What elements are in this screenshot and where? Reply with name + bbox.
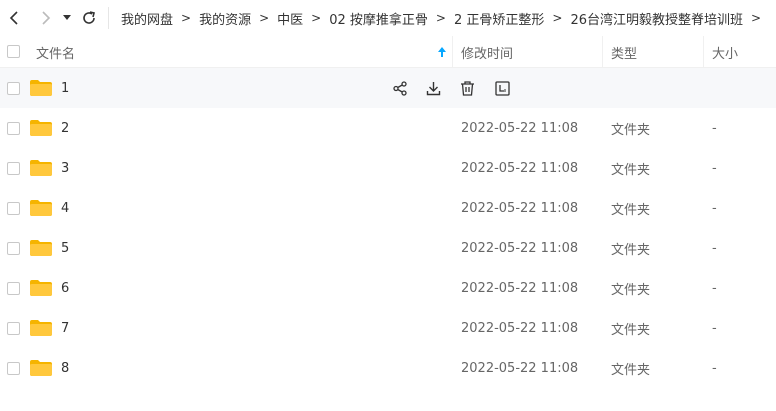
- navigation-bar: 我的网盘 > 我的资源 > 中医 >02 按摩推拿正骨 >2 正骨矫正整形 >26台湾江明毅教…: [0, 0, 776, 36]
- folder-icon: [30, 240, 52, 256]
- delete-icon: [460, 80, 475, 96]
- file-name[interactable]: 4: [61, 188, 69, 228]
- file-mtime: 2022-05-22 11:08: [461, 360, 579, 376]
- breadcrumb-item[interactable]: 02 按摩推拿正骨: [329, 9, 428, 28]
- file-size: -: [712, 120, 717, 136]
- breadcrumb-item[interactable]: 中医: [277, 9, 303, 28]
- breadcrumb-separator: >: [552, 11, 563, 25]
- table-row[interactable]: 7 2022-05-22 11:08 文件夹 -: [0, 308, 776, 348]
- header-mtime-label: 修改时间: [461, 46, 514, 62]
- back-button[interactable]: [5, 8, 25, 28]
- table-row[interactable]: 6 2022-05-22 11:08 文件夹 -: [0, 268, 776, 308]
- file-name[interactable]: 6: [61, 268, 69, 308]
- folder-icon: [30, 200, 52, 216]
- file-size: -: [712, 160, 717, 176]
- file-name[interactable]: 2: [61, 108, 69, 148]
- select-all-checkbox[interactable]: [7, 45, 20, 58]
- breadcrumb-item[interactable]: 我的资源: [199, 9, 251, 28]
- table-row[interactable]: 4 2022-05-22 11:08 文件夹 -: [0, 188, 776, 228]
- row-checkbox[interactable]: [7, 362, 20, 375]
- folder-icon: [30, 80, 52, 96]
- table-header: 文件名 修改时间 类型 大小: [0, 36, 776, 68]
- file-mtime: 2022-05-22 11:08: [461, 320, 579, 336]
- header-name-label: 文件名: [36, 46, 76, 62]
- download-button[interactable]: [423, 78, 443, 98]
- file-type: 文件夹: [611, 202, 651, 218]
- row-checkbox[interactable]: [7, 282, 20, 295]
- header-divider: [602, 36, 603, 68]
- file-type: 文件夹: [611, 282, 651, 298]
- breadcrumb-separator: >: [181, 11, 192, 25]
- file-name[interactable]: 3: [61, 148, 69, 188]
- share-button[interactable]: [390, 78, 410, 98]
- table-row[interactable]: 2 2022-05-22 11:08 文件夹 -: [0, 108, 776, 148]
- header-divider: [703, 36, 704, 68]
- rename-icon: [494, 80, 510, 96]
- chevron-left-icon: [9, 11, 18, 25]
- header-name[interactable]: 文件名: [36, 36, 452, 68]
- breadcrumb-item[interactable]: 我的网盘: [121, 9, 173, 28]
- folder-icon: [30, 280, 52, 296]
- breadcrumb-item[interactable]: 26台湾江明毅教授整脊培训班: [570, 9, 743, 28]
- row-checkbox[interactable]: [7, 122, 20, 135]
- file-type: 文件夹: [611, 242, 651, 258]
- file-type: 文件夹: [611, 122, 651, 138]
- folder-icon: [30, 320, 52, 336]
- caret-down-icon: [63, 15, 71, 20]
- file-mtime: 2022-05-22 11:08: [461, 120, 579, 136]
- file-type: 文件夹: [611, 362, 651, 378]
- forward-button[interactable]: [35, 8, 55, 28]
- folder-icon: [30, 160, 52, 176]
- file-name[interactable]: 5: [61, 228, 69, 268]
- refresh-icon: [83, 11, 95, 24]
- header-type-label: 类型: [611, 46, 638, 62]
- breadcrumb-separator: >: [259, 11, 270, 25]
- file-name[interactable]: 8: [61, 348, 69, 388]
- file-name[interactable]: 1: [61, 68, 69, 108]
- history-dropdown-button[interactable]: [59, 8, 75, 28]
- table-row[interactable]: 8 2022-05-22 11:08 文件夹 -: [0, 348, 776, 388]
- breadcrumb-separator: >: [311, 11, 322, 25]
- row-checkbox[interactable]: [7, 322, 20, 335]
- row-checkbox[interactable]: [7, 82, 20, 95]
- breadcrumb: 我的网盘 > 我的资源 > 中医 >02 按摩推拿正骨 >2 正骨矫正整形 >26台湾江明毅教…: [121, 0, 769, 36]
- nav-divider: [108, 7, 109, 29]
- table-row[interactable]: 3 2022-05-22 11:08 文件夹 -: [0, 148, 776, 188]
- file-type: 文件夹: [611, 162, 651, 178]
- header-mtime[interactable]: 修改时间: [461, 36, 513, 68]
- sort-ascending-icon: [438, 47, 446, 57]
- rename-button[interactable]: [492, 78, 512, 98]
- file-mtime: 2022-05-22 11:08: [461, 200, 579, 216]
- table-row[interactable]: 1: [0, 68, 776, 108]
- header-size-label: 大小: [712, 46, 739, 62]
- breadcrumb-separator: >: [751, 11, 762, 25]
- download-icon: [426, 81, 441, 96]
- refresh-button[interactable]: [79, 8, 99, 28]
- row-checkbox[interactable]: [7, 162, 20, 175]
- file-mtime: 2022-05-22 11:08: [461, 240, 579, 256]
- file-size: -: [712, 280, 717, 296]
- folder-icon: [30, 120, 52, 136]
- breadcrumb-separator: >: [435, 11, 446, 25]
- header-divider: [452, 36, 453, 68]
- row-checkbox[interactable]: [7, 202, 20, 215]
- share-icon: [392, 80, 408, 96]
- delete-button[interactable]: [457, 78, 477, 98]
- header-size[interactable]: 大小: [712, 36, 738, 68]
- chevron-right-icon: [42, 11, 51, 25]
- header-type[interactable]: 类型: [611, 36, 637, 68]
- file-type: 文件夹: [611, 322, 651, 338]
- file-size: -: [712, 200, 717, 216]
- file-mtime: 2022-05-22 11:08: [461, 280, 579, 296]
- row-checkbox[interactable]: [7, 242, 20, 255]
- file-name[interactable]: 7: [61, 308, 69, 348]
- file-size: -: [712, 240, 717, 256]
- folder-icon: [30, 360, 52, 376]
- file-size: -: [712, 320, 717, 336]
- file-size: -: [712, 360, 717, 376]
- table-row[interactable]: 5 2022-05-22 11:08 文件夹 -: [0, 228, 776, 268]
- breadcrumb-item[interactable]: 2 正骨矫正整形: [454, 9, 544, 28]
- file-mtime: 2022-05-22 11:08: [461, 160, 579, 176]
